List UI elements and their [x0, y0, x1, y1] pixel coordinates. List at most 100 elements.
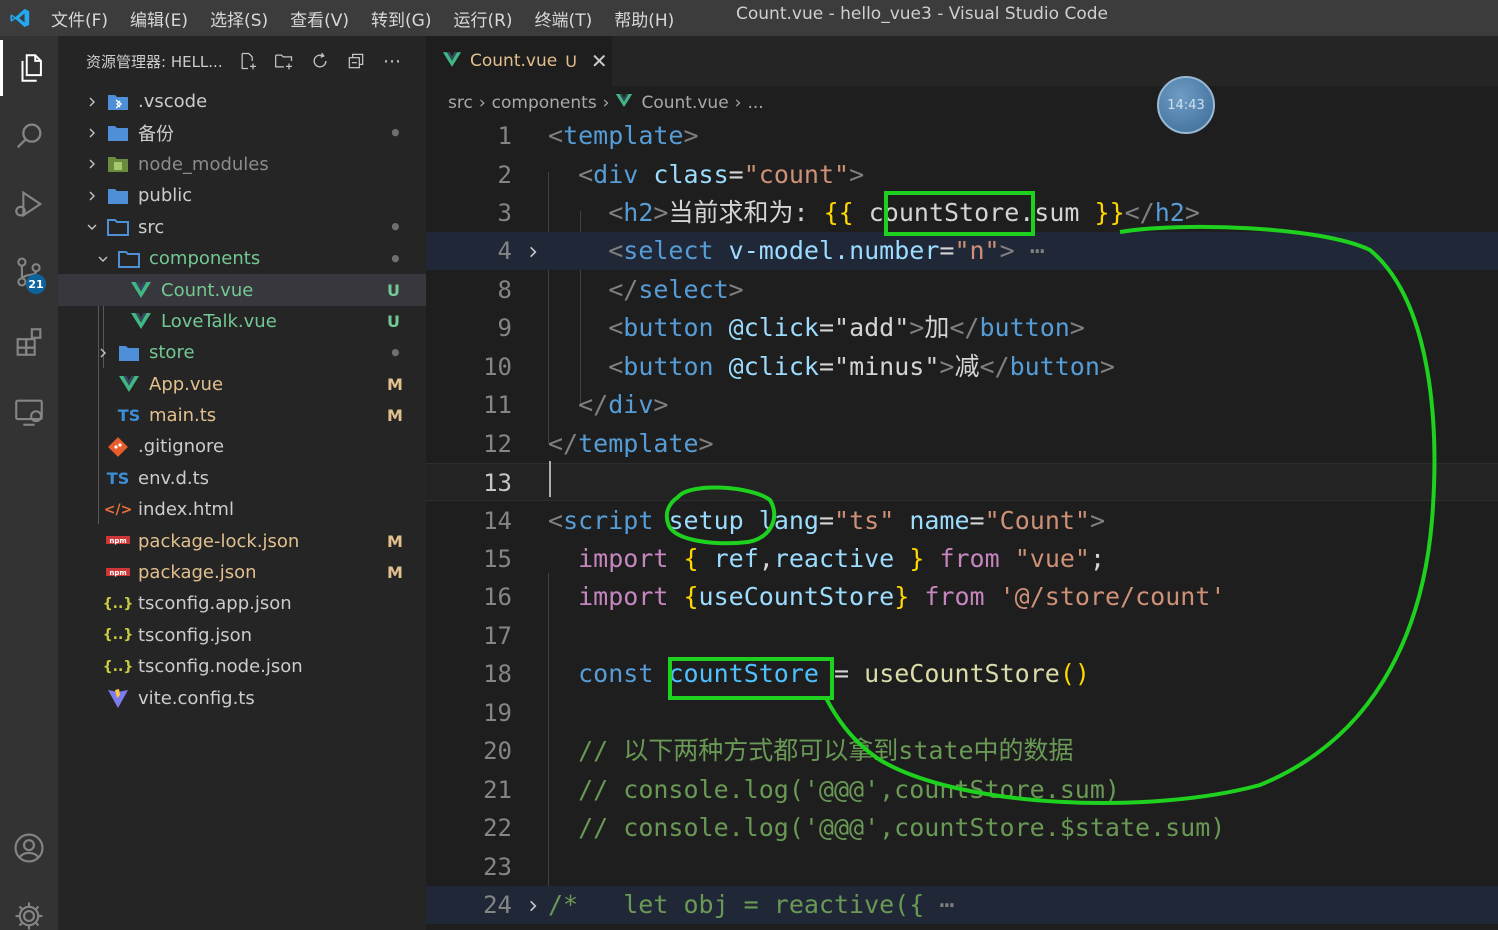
- explorer-icon[interactable]: [0, 40, 58, 96]
- breadcrumb-components[interactable]: components: [492, 93, 597, 113]
- tree-item-vscode[interactable]: .vscode: [58, 86, 426, 117]
- git-status: M: [387, 563, 403, 583]
- node-modules-folder-icon: [106, 153, 130, 175]
- chevron-down-icon: [85, 220, 99, 234]
- code-line[interactable]: 21 // console.log('@@@',countStore.sum): [426, 771, 1498, 809]
- code-line[interactable]: 11 </div>: [426, 386, 1498, 424]
- tree-item-package-lock-json[interactable]: npm package-lock.json M: [58, 525, 426, 556]
- git-status: U: [387, 311, 400, 331]
- menu-view[interactable]: 查看(V): [279, 6, 360, 31]
- explorer-header: 资源管理器: HELL... ⋯: [58, 36, 426, 86]
- code-line[interactable]: 10 <button @click="minus">减</button>: [426, 348, 1498, 386]
- tree-item-tsconfig-json[interactable]: {..} tsconfig.json: [58, 620, 426, 651]
- line-number: 24: [483, 891, 512, 919]
- tree-item-package-json[interactable]: npm package.json M: [58, 557, 426, 588]
- scm-badge: 21: [26, 274, 46, 294]
- tab-count-vue[interactable]: Count.vue U ✕: [426, 36, 612, 86]
- chevron-down-icon: [96, 252, 110, 266]
- code-line[interactable]: 22 // console.log('@@@',countStore.$stat…: [426, 809, 1498, 847]
- menu-terminal[interactable]: 终端(T): [524, 6, 604, 31]
- code-line[interactable]: 15 import { ref,reactive } from "vue";: [426, 540, 1498, 578]
- code-line[interactable]: 2 <div class="count">: [426, 156, 1498, 194]
- tree-item-node-modules[interactable]: node_modules: [58, 149, 426, 180]
- code-line[interactable]: 12 </template>: [426, 425, 1498, 463]
- code-line-current[interactable]: 13: [426, 463, 1498, 501]
- code-line[interactable]: 17: [426, 617, 1498, 655]
- accounts-icon[interactable]: [0, 820, 58, 876]
- code-text: const countStore = useCountStore(): [578, 659, 1090, 688]
- more-actions-icon[interactable]: ⋯: [380, 49, 404, 73]
- chevron-right-icon: ›: [734, 93, 742, 113]
- menu-help[interactable]: 帮助(H): [603, 6, 685, 31]
- tree-item-count-vue[interactable]: Count.vue U: [58, 274, 426, 306]
- menu-selection[interactable]: 选择(S): [199, 6, 279, 31]
- file-name: src: [138, 216, 165, 238]
- line-number: 21: [483, 776, 512, 804]
- tree-item-components[interactable]: components •: [58, 243, 426, 274]
- code-text: import {useCountStore} from '@/store/cou…: [578, 582, 1226, 611]
- chevron-right-icon: ›: [602, 93, 610, 113]
- chevron-right-icon[interactable]: [526, 244, 540, 258]
- new-file-icon[interactable]: [236, 49, 260, 73]
- new-folder-icon[interactable]: [272, 49, 296, 73]
- tree-item-tsconfig-app-json[interactable]: {..} tsconfig.app.json: [58, 588, 426, 619]
- search-icon[interactable]: [0, 108, 58, 164]
- code-line[interactable]: 4 <select v-model.number="n"> ⋯: [426, 232, 1498, 270]
- menu-run[interactable]: 运行(R): [442, 6, 523, 31]
- breadcrumb-file[interactable]: Count.vue: [641, 93, 728, 113]
- code-line[interactable]: 1 <template>: [426, 117, 1498, 155]
- tree-item-src[interactable]: src •: [58, 212, 426, 243]
- typescript-icon: TS: [106, 468, 130, 488]
- npm-icon: npm: [106, 562, 130, 584]
- git-icon: [106, 436, 130, 458]
- code-line[interactable]: 14 <script setup lang="ts" name="Count">: [426, 502, 1498, 540]
- breadcrumb-src[interactable]: src: [448, 93, 473, 113]
- line-number: 4: [497, 237, 512, 265]
- code-text: <h2>当前求和为: {{ countStore.sum }}</h2>: [608, 198, 1200, 227]
- collapse-all-icon[interactable]: [344, 49, 368, 73]
- tree-item-store[interactable]: store •: [58, 337, 426, 368]
- code-line[interactable]: 20 // 以下两种方式都可以拿到state中的数据: [426, 732, 1498, 770]
- tree-item-lovetalk-vue[interactable]: LoveTalk.vue U: [58, 306, 426, 337]
- code-line[interactable]: 9 <button @click="add">加</button>: [426, 309, 1498, 347]
- code-line[interactable]: 23: [426, 848, 1498, 886]
- close-tab-icon[interactable]: ✕: [591, 49, 608, 73]
- chevron-right-icon[interactable]: [526, 898, 540, 912]
- menu-go[interactable]: 转到(G): [360, 6, 442, 31]
- file-name: 备份: [138, 124, 174, 146]
- line-number: 8: [497, 276, 512, 304]
- settings-gear-icon[interactable]: [0, 888, 58, 930]
- remote-explorer-icon[interactable]: [0, 384, 58, 440]
- code-text: <button @click="minus">减</button>: [608, 352, 1115, 381]
- code-text: // console.log('@@@',countStore.$state.s…: [578, 813, 1226, 842]
- extensions-icon[interactable]: [0, 314, 58, 370]
- tree-item-main-ts[interactable]: TS main.ts M: [58, 400, 426, 431]
- source-control-icon[interactable]: 21: [0, 244, 58, 300]
- chevron-right-icon: [85, 157, 99, 171]
- tree-item-tsconfig-node-json[interactable]: {..} tsconfig.node.json: [58, 651, 426, 682]
- code-line[interactable]: 16 import {useCountStore} from '@/store/…: [426, 578, 1498, 616]
- tree-item-vite-config-ts[interactable]: vite.config.ts: [58, 682, 426, 713]
- code-line[interactable]: 19: [426, 694, 1498, 732]
- file-name: public: [138, 185, 193, 207]
- menu-file[interactable]: 文件(F): [40, 6, 119, 31]
- run-debug-icon[interactable]: [0, 176, 58, 232]
- code-line[interactable]: 24 /* let obj = reactive({ ⋯: [426, 886, 1498, 924]
- breadcrumb-symbol[interactable]: ...: [747, 93, 763, 113]
- refresh-icon[interactable]: [308, 49, 332, 73]
- menu-edit[interactable]: 编辑(E): [119, 6, 199, 31]
- code-text: // console.log('@@@',countStore.sum): [578, 775, 1120, 804]
- tree-item-app-vue[interactable]: App.vue M: [58, 369, 426, 400]
- tree-item-index-html[interactable]: </> index.html: [58, 494, 426, 525]
- code-line[interactable]: 18 const countStore = useCountStore(): [426, 655, 1498, 693]
- file-name: App.vue: [149, 373, 224, 395]
- tree-item-public[interactable]: public: [58, 180, 426, 211]
- tree-item-gitignore[interactable]: .gitignore: [58, 431, 426, 462]
- svg-text:npm: npm: [109, 569, 126, 577]
- tree-item-backup[interactable]: 备份 •: [58, 117, 426, 148]
- code-line[interactable]: 3 <h2>当前求和为: {{ countStore.sum }}</h2>: [426, 194, 1498, 232]
- tree-item-env-d-ts[interactable]: TS env.d.ts: [58, 463, 426, 494]
- folder-icon: [106, 122, 130, 144]
- json-icon: {..}: [102, 627, 134, 644]
- code-line[interactable]: 8 </select>: [426, 271, 1498, 309]
